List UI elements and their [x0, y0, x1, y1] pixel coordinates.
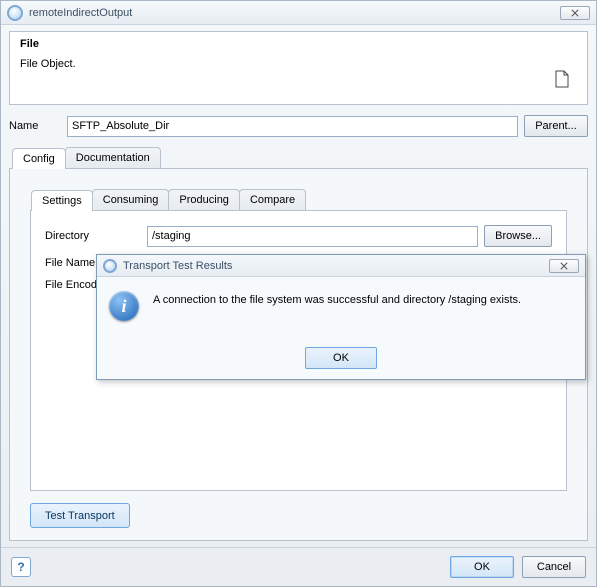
dialog-ok-button[interactable]: OK	[305, 347, 377, 369]
titlebar: remoteIndirectOutput	[1, 1, 596, 25]
info-icon: i	[109, 291, 139, 321]
description-box: File File Object.	[9, 31, 588, 105]
dialog-title: Transport Test Results	[123, 260, 232, 272]
dialog-titlebar: Transport Test Results	[97, 255, 585, 277]
directory-label: Directory	[45, 230, 141, 242]
name-input[interactable]	[67, 116, 518, 137]
ok-button[interactable]: OK	[450, 556, 514, 578]
dialog-app-icon	[103, 259, 117, 273]
inner-tabbar: Settings Consuming Producing Compare	[30, 189, 567, 211]
dialog-message: A connection to the file system was succ…	[153, 287, 521, 339]
parent-button[interactable]: Parent...	[524, 115, 588, 137]
browse-button[interactable]: Browse...	[484, 225, 552, 247]
test-transport-button[interactable]: Test Transport	[30, 503, 130, 528]
footer: ? OK Cancel	[1, 547, 596, 586]
tab-config[interactable]: Config	[12, 148, 66, 169]
name-label: Name	[9, 120, 61, 132]
directory-input[interactable]	[147, 226, 478, 247]
close-button[interactable]	[560, 6, 590, 20]
dialog-body: i A connection to the file system was su…	[97, 277, 585, 343]
tab-compare[interactable]: Compare	[239, 189, 306, 210]
config-bottom-bar: Test Transport	[30, 503, 567, 528]
name-row: Name Parent...	[9, 115, 588, 137]
transport-test-dialog: Transport Test Results i A connection to…	[96, 254, 586, 380]
tab-settings[interactable]: Settings	[31, 190, 93, 211]
cancel-button[interactable]: Cancel	[522, 556, 586, 578]
app-icon	[7, 5, 23, 21]
description-heading: File	[20, 38, 577, 50]
tab-producing[interactable]: Producing	[168, 189, 240, 210]
outer-tabbar: Config Documentation	[9, 147, 588, 169]
tab-consuming[interactable]: Consuming	[92, 189, 170, 210]
dialog-footer: OK	[97, 343, 585, 379]
tab-documentation[interactable]: Documentation	[65, 147, 161, 168]
dialog-close-button[interactable]	[549, 259, 579, 273]
file-icon	[555, 70, 569, 88]
description-text: File Object.	[20, 58, 577, 70]
help-button[interactable]: ?	[11, 557, 31, 577]
window-title: remoteIndirectOutput	[29, 7, 132, 19]
directory-row: Directory Browse...	[45, 225, 552, 247]
